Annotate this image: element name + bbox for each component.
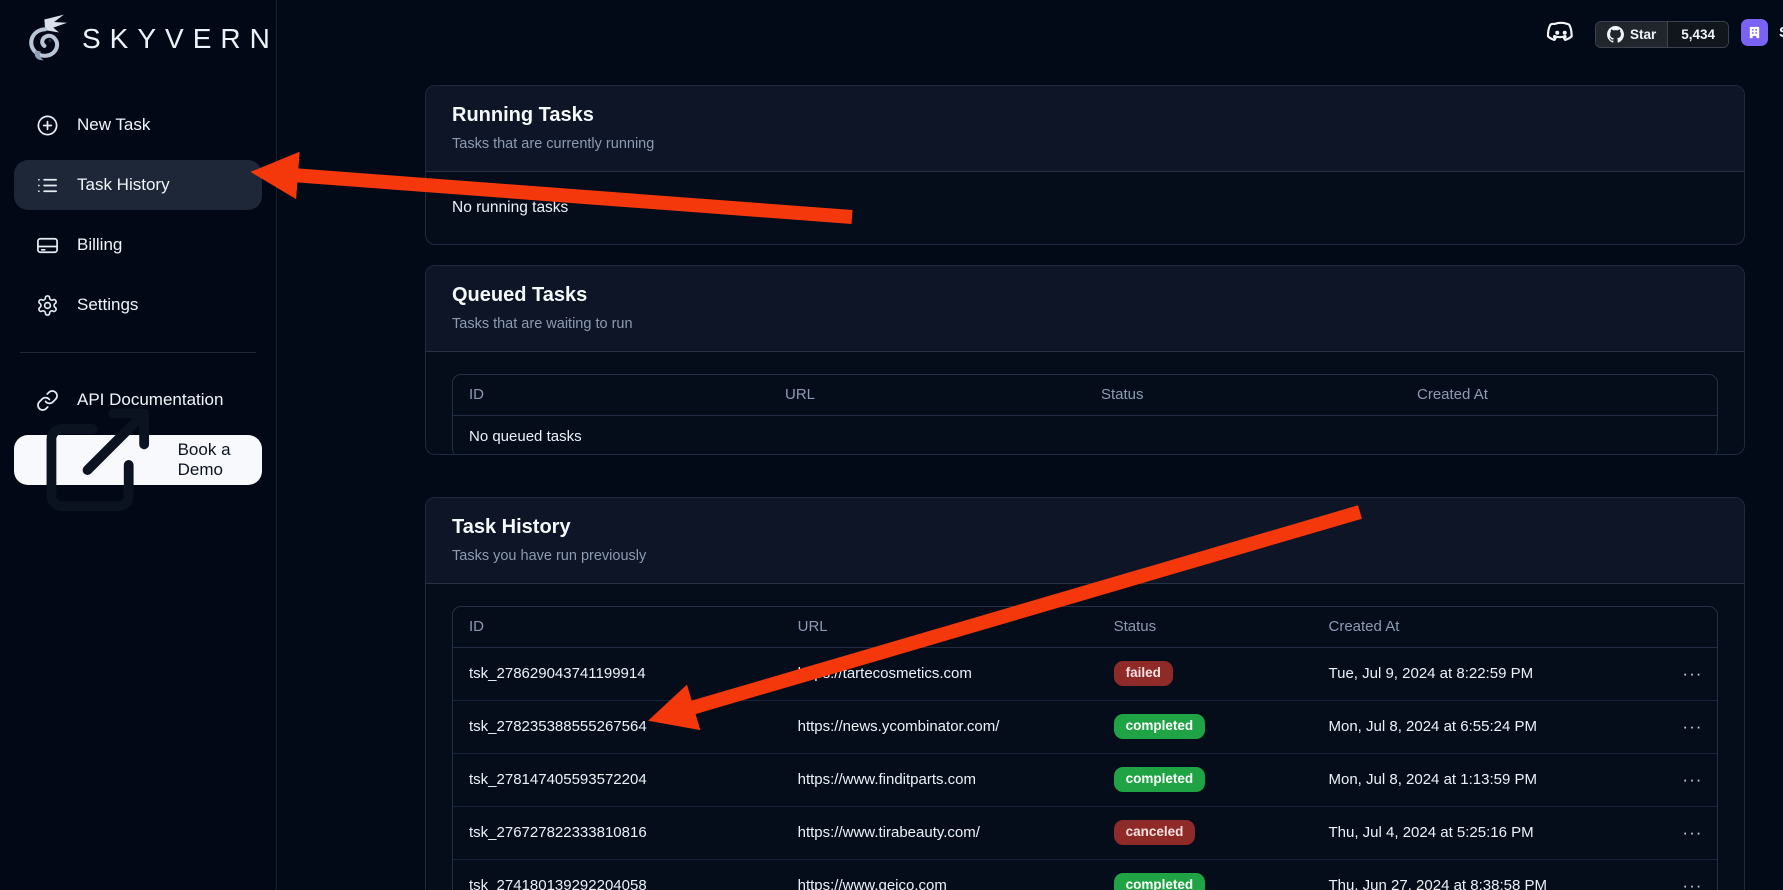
github-star-label: Star <box>1630 27 1656 42</box>
sidebar-item-label: New Task <box>77 115 150 135</box>
github-star-button[interactable]: Star 5,434 <box>1595 21 1729 48</box>
task-status-cell: completed <box>1098 859 1313 890</box>
sidebar-item-label: Settings <box>77 295 138 315</box>
row-actions-menu-icon[interactable]: ··· <box>1682 770 1702 789</box>
task-created-cell: Mon, Jul 8, 2024 at 1:13:59 PM <box>1313 753 1667 806</box>
task-created-cell: Tue, Jul 9, 2024 at 8:22:59 PM <box>1313 647 1667 700</box>
queued-empty-text: No queued tasks <box>453 415 1717 455</box>
credit-card-icon <box>36 234 59 257</box>
status-badge: canceled <box>1114 820 1196 845</box>
discord-icon[interactable] <box>1545 17 1577 49</box>
column-header-id: ID <box>453 607 782 647</box>
task-history-card: Task History Tasks you have run previous… <box>425 497 1745 890</box>
sidebar-item-new-task[interactable]: New Task <box>14 100 262 150</box>
column-header-created: Created At <box>1313 607 1667 647</box>
status-badge: completed <box>1114 714 1206 739</box>
task-status-cell: failed <box>1098 647 1313 700</box>
running-tasks-header: Running Tasks Tasks that are currently r… <box>426 86 1744 172</box>
user-menu[interactable]: S <box>1741 19 1783 46</box>
column-header-status: Status <box>1098 607 1313 647</box>
task-history-table: ID URL Status Created At tsk_27862904374… <box>452 606 1718 890</box>
user-name: S <box>1779 24 1783 41</box>
task-row[interactable]: tsk_274180139292204058https://www.geico.… <box>453 859 1717 890</box>
task-status-cell: canceled <box>1098 806 1313 859</box>
task-history-title: Task History <box>452 516 1718 539</box>
task-history-subtitle: Tasks you have run previously <box>452 548 1718 564</box>
sidebar-item-label: Billing <box>77 235 122 255</box>
external-link-icon <box>36 398 160 522</box>
column-header-id: ID <box>453 375 769 415</box>
sidebar-item-label: Task History <box>77 175 170 195</box>
avatar <box>1741 19 1768 46</box>
task-actions-cell: ··· <box>1666 647 1717 700</box>
task-id-cell: tsk_278235388555267564 <box>453 700 782 753</box>
queued-empty-row: No queued tasks <box>453 415 1717 455</box>
task-row[interactable]: tsk_276727822333810816https://www.tirabe… <box>453 806 1717 859</box>
column-header-actions <box>1666 607 1717 647</box>
running-tasks-card: Running Tasks Tasks that are currently r… <box>425 85 1745 245</box>
brand-name: SKYVERN <box>82 23 279 55</box>
task-created-cell: Mon, Jul 8, 2024 at 6:55:24 PM <box>1313 700 1667 753</box>
task-url-cell: https://tartecosmetics.com <box>782 647 1098 700</box>
task-url-cell: https://news.ycombinator.com/ <box>782 700 1098 753</box>
status-badge: completed <box>1114 873 1206 890</box>
queued-tasks-title: Queued Tasks <box>452 284 1718 307</box>
skyvern-dragon-icon <box>20 13 72 65</box>
column-header-url: URL <box>769 375 1085 415</box>
topbar: Star 5,434 S <box>277 0 1783 66</box>
sidebar-item-settings[interactable]: Settings <box>14 280 262 330</box>
running-tasks-empty: No running tasks <box>426 172 1744 244</box>
brand-logo: SKYVERN <box>14 10 262 72</box>
plus-circle-icon <box>36 114 59 137</box>
list-icon <box>36 174 59 197</box>
queued-tasks-card: Queued Tasks Tasks that are waiting to r… <box>425 265 1745 455</box>
gear-icon <box>36 294 59 317</box>
task-history-header: Task History Tasks you have run previous… <box>426 498 1744 584</box>
status-badge: completed <box>1114 767 1206 792</box>
sidebar-item-billing[interactable]: Billing <box>14 220 262 270</box>
book-a-demo-label: Book a Demo <box>178 440 240 480</box>
building-icon <box>1747 25 1762 40</box>
row-actions-menu-icon[interactable]: ··· <box>1682 664 1702 683</box>
queued-tasks-subtitle: Tasks that are waiting to run <box>452 316 1718 332</box>
task-id-cell: tsk_278147405593572204 <box>453 753 782 806</box>
task-actions-cell: ··· <box>1666 859 1717 890</box>
column-header-status: Status <box>1085 375 1401 415</box>
github-icon <box>1607 26 1624 43</box>
book-a-demo-button[interactable]: Book a Demo <box>14 435 262 485</box>
task-actions-cell: ··· <box>1666 700 1717 753</box>
queued-tasks-header: Queued Tasks Tasks that are waiting to r… <box>426 266 1744 352</box>
task-row[interactable]: tsk_278147405593572204https://www.findit… <box>453 753 1717 806</box>
task-created-cell: Thu, Jun 27, 2024 at 8:38:58 PM <box>1313 859 1667 890</box>
task-row[interactable]: tsk_278235388555267564https://news.ycomb… <box>453 700 1717 753</box>
task-url-cell: https://www.tirabeauty.com/ <box>782 806 1098 859</box>
row-actions-menu-icon[interactable]: ··· <box>1682 717 1702 736</box>
queued-tasks-table: ID URL Status Created At No queued tasks <box>452 374 1718 455</box>
github-star-count: 5,434 <box>1667 22 1728 47</box>
row-actions-menu-icon[interactable]: ··· <box>1682 823 1702 842</box>
task-id-cell: tsk_274180139292204058 <box>453 859 782 890</box>
task-actions-cell: ··· <box>1666 753 1717 806</box>
task-id-cell: tsk_278629043741199914 <box>453 647 782 700</box>
row-actions-menu-icon[interactable]: ··· <box>1682 876 1702 890</box>
task-created-cell: Thu, Jul 4, 2024 at 5:25:16 PM <box>1313 806 1667 859</box>
task-url-cell: https://www.finditparts.com <box>782 753 1098 806</box>
status-badge: failed <box>1114 661 1173 686</box>
column-header-created: Created At <box>1401 375 1717 415</box>
task-status-cell: completed <box>1098 700 1313 753</box>
task-status-cell: completed <box>1098 753 1313 806</box>
task-actions-cell: ··· <box>1666 806 1717 859</box>
column-header-url: URL <box>782 607 1098 647</box>
task-id-cell: tsk_276727822333810816 <box>453 806 782 859</box>
task-url-cell: https://www.geico.com <box>782 859 1098 890</box>
running-tasks-subtitle: Tasks that are currently running <box>452 136 1718 152</box>
task-row[interactable]: tsk_278629043741199914https://tartecosme… <box>453 647 1717 700</box>
sidebar: SKYVERN New Task Task History Billing Se… <box>0 0 277 890</box>
running-tasks-title: Running Tasks <box>452 104 1718 127</box>
sidebar-item-task-history[interactable]: Task History <box>14 160 262 210</box>
history-table-body: tsk_278629043741199914https://tartecosme… <box>453 647 1717 890</box>
sidebar-divider <box>20 352 256 353</box>
